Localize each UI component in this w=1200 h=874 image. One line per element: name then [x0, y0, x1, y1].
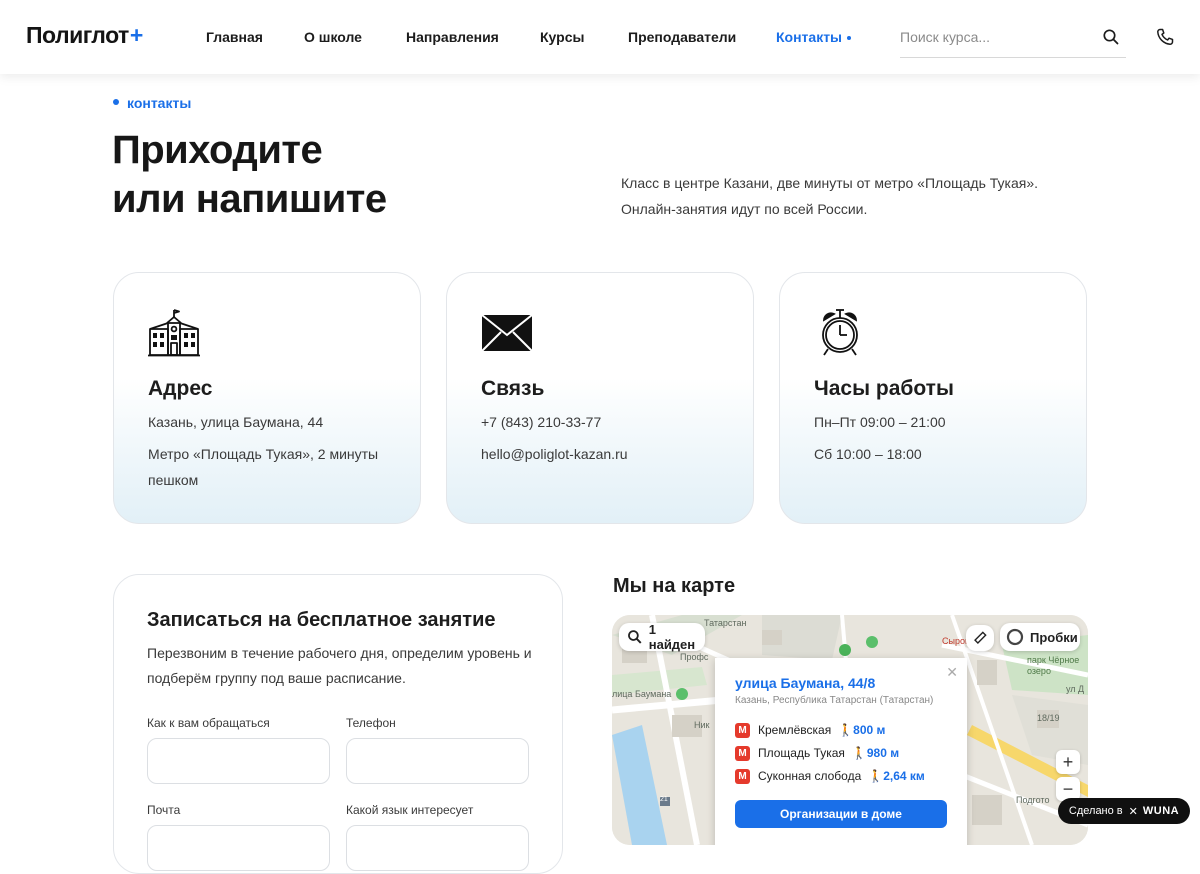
name-label: Как к вам обращаться	[147, 716, 270, 730]
map-label: лица Баумана	[612, 689, 672, 699]
kicker-dot	[113, 99, 119, 106]
search-input[interactable]	[900, 22, 1090, 52]
close-icon[interactable]: ✕	[946, 664, 958, 681]
contact-card: Связь +7 (843) 210-33-77 hello@poliglot-…	[446, 272, 754, 524]
logo[interactable]: Полиглот+	[26, 22, 143, 49]
page-title: Приходите или напишите	[112, 126, 387, 224]
site-header: Полиглот+ Главная О школе Направления Ку…	[0, 0, 1200, 74]
walk-distance: 🚶800 м	[838, 723, 886, 737]
wuna-logo-icon: ✕	[1128, 805, 1138, 818]
nav-link-contacts[interactable]: Контакты	[776, 29, 852, 45]
nav-link-about[interactable]: О школе	[304, 29, 362, 45]
card-lines: Казань, улица Баумана, 44 Метро «Площадь…	[148, 409, 398, 499]
nav-link-contacts-label: Контакты	[776, 29, 843, 45]
ruler-icon	[974, 631, 987, 644]
metro-icon: М	[735, 768, 750, 784]
metro-icon: М	[735, 745, 750, 761]
email-label: Почта	[147, 803, 181, 817]
card-title: Связь	[481, 377, 545, 400]
form-title: Записаться на бесплатное занятие	[147, 609, 496, 631]
walk-distance: 🚶2,64 км	[868, 769, 925, 783]
map-label: ул Д	[1066, 684, 1085, 694]
phone-label: Телефон	[346, 716, 396, 730]
kicker-text: контакты	[127, 95, 192, 111]
made-by-prefix: Сделано в	[1068, 805, 1123, 817]
hours-card: Часы работы Пн–Пт 09:00 – 21:00 Сб 10:00…	[779, 272, 1087, 524]
page-title-line-2: или напишите	[112, 177, 387, 221]
map-label: 21	[660, 796, 668, 803]
map-label: Профс	[680, 652, 709, 662]
alarm-clock-icon	[822, 309, 858, 356]
hero-description: Класс в центре Казани, две минуты от мет…	[621, 175, 1039, 217]
nav-link-courses[interactable]: Курсы	[540, 29, 584, 45]
email-address[interactable]: hello@poliglot-kazan.ru	[481, 441, 731, 467]
phone-number[interactable]: +7 (843) 210-33-77	[481, 409, 731, 435]
map-title: Мы на карте	[613, 575, 736, 597]
map-popup: ✕ улица Баумана, 44/8 Казань, Республика…	[715, 658, 967, 845]
nav-link-home[interactable]: Главная	[206, 29, 263, 45]
traffic-icon	[1006, 628, 1024, 646]
traffic-button[interactable]: Пробки	[1000, 623, 1080, 651]
metro-icon: М	[735, 722, 750, 738]
phone-icon[interactable]	[1155, 27, 1175, 47]
map-widget[interactable]: Татарстан лица Баумана Сыров парк Чёрное…	[612, 615, 1088, 845]
metro-name: Площадь Тукая	[758, 746, 845, 760]
logo-plus: +	[129, 22, 143, 48]
card-title: Адрес	[148, 377, 213, 400]
made-by-badge[interactable]: Сделано в ✕ WUNA	[1058, 798, 1190, 824]
active-indicator-dot	[847, 36, 852, 41]
metro-distance: 2,64 км	[883, 769, 925, 783]
metro-station: М Кремлёвская 🚶800 м	[735, 722, 885, 738]
popup-title[interactable]: улица Баумана, 44/8	[735, 675, 875, 691]
metro-name: Суконная слобода	[758, 769, 862, 783]
metro-station: М Суконная слобода 🚶2,64 км	[735, 768, 925, 784]
card-lines: +7 (843) 210-33-77 hello@poliglot-kazan.…	[481, 409, 731, 473]
envelope-icon	[481, 314, 533, 352]
zoom-in-button[interactable]: +	[1056, 750, 1080, 774]
section-kicker: контакты	[113, 95, 191, 111]
map-label: Татарстан	[704, 618, 747, 628]
language-label: Какой язык интересует	[346, 803, 474, 817]
card-title: Часы работы	[814, 377, 954, 400]
nav-link-directions[interactable]: Направления	[406, 29, 499, 45]
phone-field[interactable]	[346, 738, 529, 784]
map-label: парк Чёрное озеро	[1027, 655, 1080, 676]
weekday-hours: Пн–Пт 09:00 – 21:00	[814, 414, 946, 430]
search-bar	[900, 22, 1126, 58]
organizations-button[interactable]: Организации в доме	[735, 800, 947, 828]
nav-link-teachers[interactable]: Преподаватели	[628, 29, 736, 45]
map-label: Подгото	[1016, 795, 1050, 805]
metro-distance: 980 м	[866, 746, 900, 760]
walk-distance: 🚶980 м	[851, 746, 900, 760]
map-label: 18/19	[1037, 713, 1060, 723]
form-description: Перезвоним в течение рабочего дня, опред…	[147, 645, 532, 686]
metro-line: Метро «Площадь Тукая», 2 минуты пешком	[148, 446, 379, 488]
popup-address: Казань, Республика Татарстан (Татарстан)	[735, 695, 934, 706]
search-icon	[628, 630, 642, 644]
ruler-button[interactable]	[966, 625, 994, 651]
search-results-count: 1 найден	[648, 622, 696, 652]
language-select[interactable]	[346, 825, 529, 871]
page-title-line-1: Приходите	[112, 128, 323, 172]
made-by-brand: WUNA	[1142, 805, 1180, 817]
name-field[interactable]	[147, 738, 330, 784]
metro-distance: 800 м	[853, 723, 886, 737]
email-field[interactable]	[147, 825, 330, 871]
logo-text: Полиглот	[26, 22, 129, 48]
search-icon[interactable]	[1102, 28, 1120, 46]
card-lines: Пн–Пт 09:00 – 21:00 Сб 10:00 – 18:00	[814, 409, 1064, 473]
metro-name: Кремлёвская	[758, 723, 832, 737]
address-card: Адрес Казань, улица Баумана, 44 Метро «П…	[113, 272, 421, 524]
search-results-button[interactable]: 1 найден	[619, 622, 705, 652]
map-label: Ник	[694, 720, 710, 730]
address-line: Казань, улица Баумана, 44	[148, 414, 324, 430]
school-building-icon	[148, 309, 200, 357]
signup-form: Записаться на бесплатное занятие Перезво…	[113, 574, 563, 874]
saturday-hours: Сб 10:00 – 18:00	[814, 446, 922, 462]
traffic-label: Пробки	[1030, 629, 1078, 645]
metro-station: М Площадь Тукая 🚶980 м	[735, 745, 899, 761]
